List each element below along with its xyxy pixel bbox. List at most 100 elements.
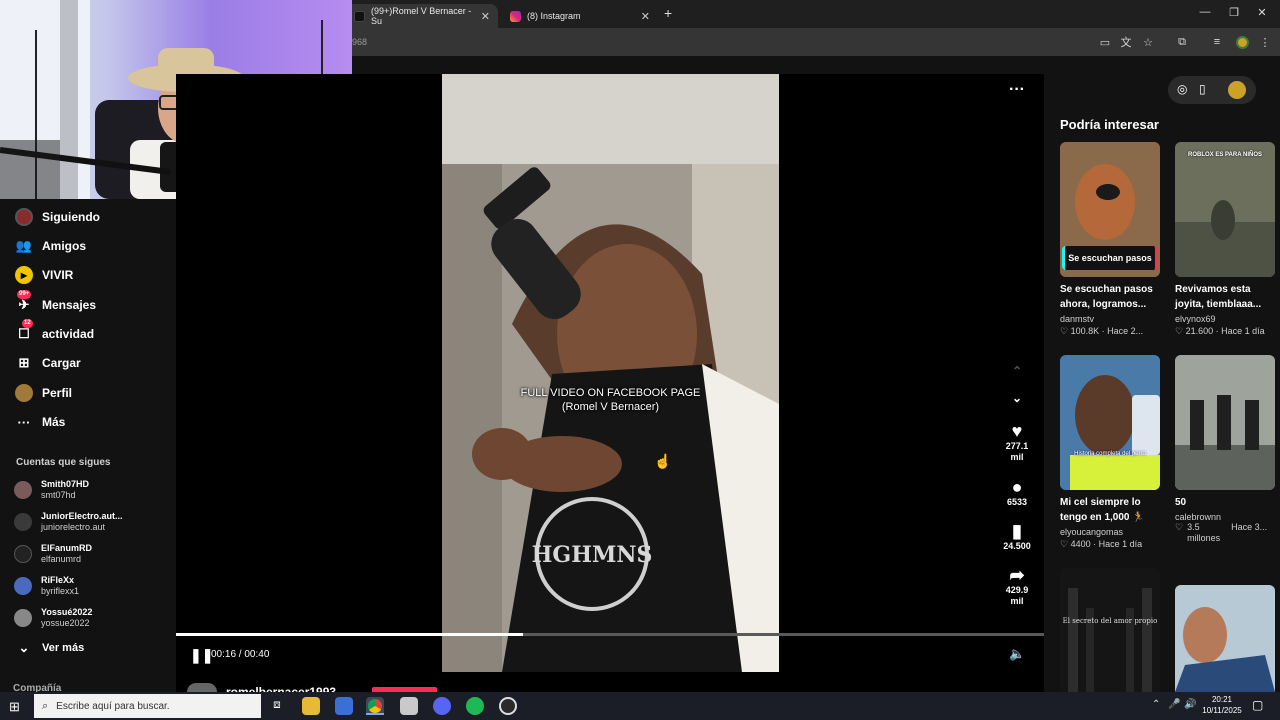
pause-button[interactable]: ❚❚	[190, 647, 213, 664]
notifications-icon[interactable]: ▢	[1252, 698, 1263, 712]
rec-item-2[interactable]: Revivamos esta joyita, tiemblaaa... elvy…	[1175, 282, 1280, 337]
store-icon[interactable]	[335, 697, 353, 715]
activity-icon: ☐ 12	[18, 319, 33, 341]
bookmark-icon: ▮	[1012, 521, 1022, 541]
microphone-icon[interactable]: 🎤	[1168, 699, 1180, 710]
like-button[interactable]: ♥ 277.1 mil	[996, 421, 1038, 463]
window-close-button[interactable]: ✕	[1252, 6, 1272, 19]
video-frame[interactable]: HGHMNS	[442, 74, 779, 672]
spotify-taskbar-icon[interactable]	[466, 697, 484, 715]
mouse-cursor-icon: ☝	[654, 453, 672, 469]
author-avatar[interactable]	[187, 683, 217, 692]
tray-chevron-icon[interactable]: ⌃	[1152, 699, 1160, 710]
previous-video-icon[interactable]: ⌃	[996, 365, 1038, 377]
rec-overlay-text: Historia completa del perro	[1074, 451, 1146, 457]
device-icon[interactable]: ▯	[1199, 82, 1206, 96]
windows-start-icon[interactable]: ⊞	[9, 699, 20, 715]
share-button[interactable]: ➦ 429.9 mil	[996, 565, 1038, 607]
task-view-icon[interactable]: ⧈	[268, 697, 286, 715]
obs-taskbar-icon[interactable]	[499, 697, 517, 715]
roblox-taskbar-icon[interactable]	[400, 697, 418, 715]
friends-icon: 👥	[15, 238, 33, 253]
save-button[interactable]: ▮ 24.500	[996, 521, 1038, 552]
sidebar-item-activity[interactable]: ☐ 12 actividad	[14, 319, 94, 345]
discord-taskbar-icon[interactable]	[433, 697, 451, 715]
rec-thumbnail[interactable]: ROBLOX ES PARA NIÑOS	[1175, 142, 1275, 277]
file-explorer-icon[interactable]	[302, 697, 320, 715]
close-tab-icon[interactable]: ✕	[481, 10, 490, 23]
tab-instagram[interactable]: (8) Instagram ✕	[502, 4, 658, 28]
extensions-icon[interactable]: ⧉	[1173, 33, 1191, 51]
video-time: 00:16 / 00:40	[211, 649, 270, 660]
sidebar-item-label: VIVIR	[42, 268, 74, 282]
user-avatar[interactable]	[1228, 81, 1246, 99]
rec-title: Se escuchan pasos	[1060, 284, 1153, 295]
following-accounts-header: Cuentas que sigues	[16, 457, 111, 468]
account-name: RiFleXx	[41, 575, 75, 585]
close-tab-icon[interactable]: ✕	[641, 10, 650, 23]
cast-icon[interactable]: ▭	[1096, 33, 1114, 51]
comment-button[interactable]: ● 6533	[996, 477, 1038, 508]
sidebar-item-more[interactable]: ··· Más	[14, 411, 66, 433]
rec-title: tengo en 1,000 🏃	[1060, 512, 1145, 523]
rec-item-1[interactable]: Se escuchan pasos ahora, logramos... dan…	[1060, 282, 1168, 337]
clock-date: 10/11/2025	[1202, 706, 1242, 715]
media-controls-icon[interactable]: ≡	[1208, 33, 1226, 51]
rec-user: elvynox69	[1175, 314, 1216, 324]
rec-item-4[interactable]: 50 calebrownn ♡ 3.5 millones Hace 3...	[1175, 495, 1280, 544]
profile-avatar-icon[interactable]	[1233, 33, 1251, 51]
tab-tiktok[interactable]: (99+)Romel V Bernacer - Su ✕	[346, 4, 498, 28]
next-video-icon[interactable]: ⌄	[996, 392, 1038, 404]
rec-thumbnail[interactable]: Historia completa del perro	[1060, 355, 1160, 490]
sidebar-item-label: Siguiendo	[42, 210, 100, 224]
live-icon: ▶	[14, 265, 34, 285]
more-options-icon[interactable]: ···	[996, 82, 1038, 98]
account-item[interactable]: Smith07HD smt07hd	[14, 477, 89, 503]
url-field[interactable]: 968	[352, 37, 367, 47]
see-more-button[interactable]: ⌄ Ver más	[14, 637, 85, 659]
account-handle: smt07hd	[41, 490, 76, 500]
compass-icon[interactable]: ◎	[1177, 82, 1187, 96]
account-name: Yossué2022	[41, 607, 93, 617]
account-item[interactable]: RiFleXx byriflexx1	[14, 573, 79, 599]
rec-thumbnail[interactable]: El secreto del amor propio	[1060, 568, 1160, 692]
translate-icon[interactable]: 文	[1117, 33, 1135, 51]
taskbar-clock[interactable]: 20:21 10/11/2025	[1202, 694, 1242, 716]
rec-time: Hace 2...	[1107, 326, 1144, 336]
account-item[interactable]: JuniorElectro.aut... juniorelectro.aut	[14, 509, 123, 535]
rec-thumbnail[interactable]	[1175, 585, 1275, 692]
chrome-taskbar-icon[interactable]	[366, 697, 384, 715]
sidebar-item-following[interactable]: Siguiendo	[14, 206, 100, 228]
sidebar-item-profile[interactable]: Perfil	[14, 382, 72, 404]
browser-menu-icon[interactable]: ⋮	[1256, 33, 1274, 51]
rec-time: Hace 1 día	[1221, 326, 1265, 336]
avatar	[14, 545, 32, 563]
sidebar-item-friends[interactable]: 👥 Amigos	[14, 235, 86, 257]
sidebar-item-upload[interactable]: ⊞ Cargar	[14, 352, 81, 374]
new-tab-button[interactable]: +	[664, 5, 672, 21]
rec-time: Hace 3...	[1231, 522, 1268, 532]
more-icon: ···	[17, 414, 31, 430]
speaker-icon[interactable]: 🔊	[1184, 699, 1196, 710]
rec-thumbnail[interactable]	[1175, 355, 1275, 490]
taskbar-search[interactable]: ⌕ Escribe aquí para buscar.	[34, 694, 261, 718]
bookmark-star-icon[interactable]: ☆	[1139, 33, 1157, 51]
minimize-button[interactable]: —	[1195, 6, 1215, 18]
share-count-unit: mil	[1010, 596, 1024, 606]
rec-overlay-text: ROBLOX ES PARA NIÑOS	[1187, 152, 1262, 158]
roblox-soldier-image	[1175, 142, 1275, 277]
sidebar-item-messages[interactable]: ✈ 99+ Mensajes	[14, 290, 96, 316]
rec-thumbnail[interactable]: Se escuchan pasos	[1060, 142, 1160, 277]
chevron-down-icon: ⌄	[18, 640, 30, 655]
sidebar-item-label: Cargar	[42, 356, 81, 370]
restore-button[interactable]: ❐	[1224, 6, 1244, 19]
sidebar-item-live[interactable]: ▶ VIVIR	[14, 264, 73, 286]
tab-title: (99+)Romel V Bernacer - Su	[371, 6, 472, 26]
rec-user: danmstv	[1060, 314, 1095, 324]
volume-icon[interactable]: 🔈	[1009, 646, 1025, 662]
account-item[interactable]: Yossué2022 yossue2022	[14, 605, 92, 631]
comment-icon: ●	[1011, 477, 1023, 497]
account-item[interactable]: ElFanumRD elfanumrd	[14, 541, 92, 567]
author-username[interactable]: romelbernacer1993	[226, 685, 336, 692]
rec-item-3[interactable]: Mi cel siempre lo tengo en 1,000 🏃 elyou…	[1060, 495, 1168, 550]
